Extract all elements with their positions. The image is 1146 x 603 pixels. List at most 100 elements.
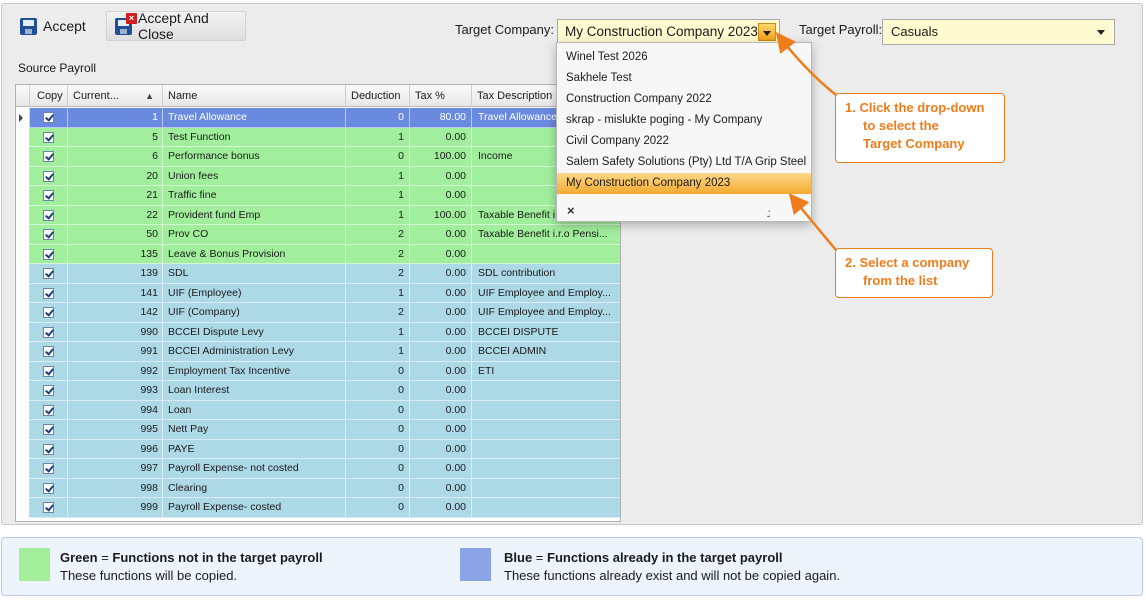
tax-cell: 0.00 — [410, 381, 472, 401]
copy-checkbox[interactable] — [43, 131, 54, 143]
resize-grip-icon[interactable]: .: — [766, 206, 770, 220]
copy-checkbox[interactable] — [43, 443, 54, 455]
table-row[interactable]: 141 UIF (Employee) 1 0.00 UIF Employee and E… — [16, 283, 620, 303]
current-cell: 990 — [68, 322, 163, 342]
tax-description-cell — [472, 400, 620, 420]
table-row[interactable]: 998 Clearing 0 0.00 — [16, 478, 620, 498]
copy-checkbox[interactable] — [43, 287, 54, 299]
row-indicator — [16, 147, 30, 167]
copy-checkbox[interactable] — [43, 482, 54, 494]
table-row[interactable]: 994 Loan 0 0.00 — [16, 400, 620, 420]
column-header-tax[interactable]: Tax % — [410, 85, 472, 107]
callout-1-line-1: 1. Click the drop-down — [845, 100, 985, 115]
tax-description-cell: SDL contribution — [472, 264, 620, 284]
table-row[interactable]: 993 Loan Interest 0 0.00 — [16, 381, 620, 401]
copy-checkbox[interactable] — [43, 229, 54, 240]
copy-cell — [30, 225, 68, 245]
table-row[interactable]: 990 BCCEI Dispute Levy 1 0.00 BCCEI DISPUTE — [16, 322, 620, 342]
table-row[interactable]: 20 Union fees 1 0.00 — [16, 166, 620, 186]
dropdown-option[interactable]: My Construction Company 2023 — [557, 173, 811, 194]
tax-description-cell — [472, 459, 620, 479]
deduction-cell: 1 — [346, 322, 410, 342]
accept-label: Accept — [43, 18, 86, 34]
column-header-current[interactable]: Current... ▲ — [68, 85, 163, 107]
copy-checkbox[interactable] — [43, 151, 54, 162]
deduction-cell: 2 — [346, 303, 410, 323]
tax-cell: 0.00 — [410, 478, 472, 498]
table-row[interactable]: 999 Payroll Expense- costed 0 0.00 — [16, 498, 620, 518]
table-row[interactable]: 995 Nett Pay 0 0.00 — [16, 420, 620, 440]
column-header-copy[interactable]: Copy — [30, 85, 68, 107]
dropdown-toggle-button[interactable] — [758, 23, 776, 41]
copy-cell — [30, 244, 68, 264]
copy-checkbox[interactable] — [43, 365, 54, 377]
table-row[interactable]: 6 Performance bonus 0 100.00 Income — [16, 147, 620, 167]
close-icon[interactable]: × — [567, 203, 575, 218]
tax-description-cell — [472, 244, 620, 264]
column-header-name[interactable]: Name — [163, 85, 346, 107]
dropdown-option[interactable]: Salem Safety Solutions (Pty) Ltd T/A Gri… — [557, 152, 811, 173]
current-cell: 22 — [68, 205, 163, 225]
table-row[interactable]: 992 Employment Tax Incentive 0 0.00 ETI — [16, 361, 620, 381]
copy-checkbox[interactable] — [43, 424, 54, 435]
row-indicator — [16, 205, 30, 225]
column-header-deduction[interactable]: Deduction — [346, 85, 410, 107]
deduction-cell: 0 — [346, 108, 410, 128]
tax-cell: 0.00 — [410, 244, 472, 264]
row-indicator — [16, 459, 30, 479]
table-row[interactable]: 135 Leave & Bonus Provision 2 0.00 — [16, 244, 620, 264]
dropdown-option[interactable]: Winel Test 2026 — [557, 47, 811, 68]
copy-checkbox[interactable] — [43, 502, 54, 513]
current-cell: 20 — [68, 166, 163, 186]
dropdown-option[interactable]: skrap - mislukte poging - My Company — [557, 110, 811, 131]
table-row[interactable]: 22 Provident fund Emp 1 100.00 Taxable Benef… — [16, 205, 620, 225]
legend-green-swatch — [19, 548, 50, 581]
copy-checkbox[interactable] — [43, 385, 54, 396]
copy-checkbox[interactable] — [43, 346, 54, 357]
target-company-value: My Construction Company 2023 — [565, 24, 758, 39]
table-row[interactable]: 21 Traffic fine 1 0.00 — [16, 186, 620, 206]
copy-checkbox[interactable] — [43, 190, 54, 201]
table-row[interactable]: 139 SDL 2 0.00 SDL contribution — [16, 264, 620, 284]
copy-checkbox[interactable] — [43, 248, 54, 260]
tax-cell: 0.00 — [410, 186, 472, 206]
current-cell: 142 — [68, 303, 163, 323]
legend-green-description: These functions will be copied. — [60, 568, 238, 583]
tax-cell: 0.00 — [410, 459, 472, 479]
tax-cell: 0.00 — [410, 303, 472, 323]
callout-2-line-2: from the list — [863, 273, 938, 288]
row-indicator — [16, 225, 30, 245]
accept-button[interactable]: Accept — [12, 11, 98, 41]
table-row[interactable]: 5 Test Function 1 0.00 — [16, 127, 620, 147]
deduction-cell: 1 — [346, 205, 410, 225]
table-row[interactable]: 142 UIF (Company) 2 0.00 UIF Employee and Em… — [16, 303, 620, 323]
deduction-cell: 2 — [346, 264, 410, 284]
table-row[interactable]: 50 Prov CO 2 0.00 Taxable Benefit i.r.o Pens… — [16, 225, 620, 245]
tax-cell: 0.00 — [410, 322, 472, 342]
save-icon — [20, 17, 37, 35]
copy-checkbox[interactable] — [43, 326, 54, 338]
current-cell: 999 — [68, 498, 163, 518]
dropdown-option[interactable]: Construction Company 2022 — [557, 89, 811, 110]
copy-checkbox[interactable] — [43, 209, 54, 221]
target-payroll-select[interactable]: Casuals — [882, 19, 1115, 45]
table-row[interactable]: 997 Payroll Expense- not costed 0 0.00 — [16, 459, 620, 479]
source-payroll-grid: Copy Current... ▲ Name Deduction Tax % T… — [15, 84, 621, 522]
copy-checkbox[interactable] — [43, 170, 54, 182]
table-row[interactable]: 1 Travel Allowance 0 80.00 Travel Allowance — [16, 108, 620, 128]
table-row[interactable]: 991 BCCEI Administration Levy 1 0.00 BCCEI A… — [16, 342, 620, 362]
copy-checkbox[interactable] — [43, 268, 54, 279]
color-legend: Green = Functions not in the target payr… — [1, 537, 1143, 596]
row-indicator — [16, 342, 30, 362]
dropdown-option[interactable]: Sakhele Test — [557, 68, 811, 89]
save-close-icon: × — [115, 12, 137, 35]
table-row[interactable]: 996 PAYE 0 0.00 — [16, 439, 620, 459]
copy-checkbox[interactable] — [43, 463, 54, 474]
dropdown-option[interactable]: Civil Company 2022 — [557, 131, 811, 152]
copy-checkbox[interactable] — [43, 404, 54, 416]
accept-and-close-button[interactable]: × Accept And Close — [106, 10, 246, 42]
tax-cell: 0.00 — [410, 166, 472, 186]
copy-checkbox[interactable] — [43, 112, 54, 123]
current-cell: 50 — [68, 225, 163, 245]
copy-checkbox[interactable] — [43, 307, 54, 318]
